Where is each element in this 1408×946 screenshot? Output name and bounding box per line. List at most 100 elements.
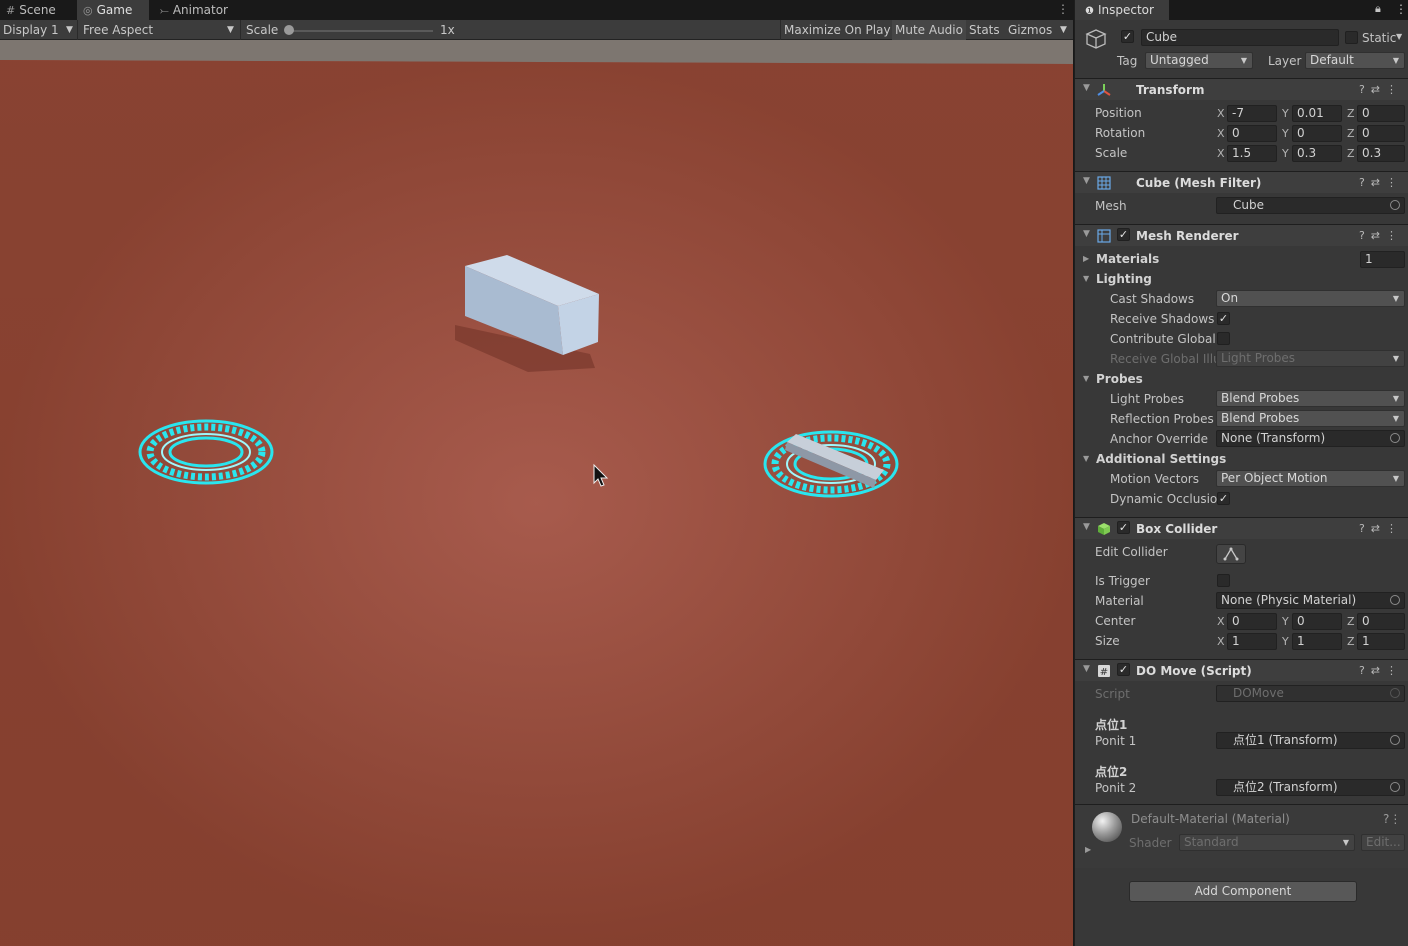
- lighting-label[interactable]: Lighting: [1096, 272, 1152, 286]
- active-checkbox[interactable]: ✓: [1121, 30, 1134, 43]
- enabled-checkbox[interactable]: ✓: [1117, 521, 1130, 534]
- receive-shadows-checkbox[interactable]: ✓: [1217, 312, 1230, 325]
- scale-y-field[interactable]: 0.3: [1292, 145, 1342, 162]
- center-y-field[interactable]: 0: [1292, 613, 1342, 630]
- enabled-checkbox[interactable]: ✓: [1117, 228, 1130, 241]
- position-x-field[interactable]: -7: [1227, 105, 1277, 122]
- mesh-field[interactable]: Cube: [1216, 197, 1405, 214]
- mesh-renderer-header[interactable]: ▼ ✓ Mesh Renderer ?⇄⋮: [1075, 224, 1408, 246]
- additional-settings-label[interactable]: Additional Settings: [1096, 452, 1226, 466]
- size-z-field[interactable]: 1: [1357, 633, 1405, 650]
- scale-label: Scale: [246, 23, 279, 37]
- game-viewport[interactable]: [0, 40, 1073, 946]
- foldout-arrow-icon[interactable]: ▶: [1083, 254, 1089, 263]
- enabled-checkbox[interactable]: ✓: [1117, 663, 1130, 676]
- foldout-arrow-icon[interactable]: ▶: [1085, 845, 1091, 854]
- cast-shadows-dropdown[interactable]: On ▼: [1216, 290, 1405, 307]
- center-z-field[interactable]: 0: [1357, 613, 1405, 630]
- maximize-on-play-toggle[interactable]: Maximize On Play: [781, 20, 894, 40]
- materials-count-field[interactable]: 1: [1360, 251, 1405, 268]
- foldout-arrow-icon[interactable]: ▼: [1083, 374, 1089, 383]
- component-buttons[interactable]: ?⇄⋮: [1359, 176, 1403, 189]
- point1-header: 点位1: [1095, 718, 1128, 732]
- add-component-button[interactable]: Add Component: [1129, 881, 1357, 902]
- contribute-gi-checkbox[interactable]: [1217, 332, 1230, 345]
- foldout-arrow-icon: ▼: [1083, 176, 1090, 186]
- gizmos-toggle[interactable]: Gizmos: [1005, 20, 1055, 40]
- object-picker-icon: [1390, 688, 1400, 698]
- size-y-field[interactable]: 1: [1292, 633, 1342, 650]
- component-buttons[interactable]: ?⇄⋮: [1359, 664, 1403, 677]
- scale-slider-track[interactable]: [290, 30, 433, 32]
- light-probes-dropdown[interactable]: Blend Probes ▼: [1216, 390, 1405, 407]
- info-icon: ❶: [1085, 6, 1094, 17]
- is-trigger-checkbox[interactable]: [1217, 574, 1230, 587]
- tab-game[interactable]: ◎ Game: [77, 0, 149, 20]
- lock-icon[interactable]: 🔒︎: [1375, 2, 1381, 16]
- light-probes-label: Light Probes: [1110, 392, 1185, 406]
- materials-label[interactable]: Materials: [1096, 252, 1159, 266]
- component-buttons[interactable]: ?⇄⋮: [1359, 229, 1403, 242]
- aspect-dropdown[interactable]: Free Aspect: [83, 20, 153, 40]
- axis-y: Y: [1282, 107, 1289, 120]
- is-trigger-label: Is Trigger: [1095, 574, 1150, 588]
- foldout-arrow-icon[interactable]: ▼: [1083, 454, 1089, 463]
- stats-toggle[interactable]: Stats: [966, 20, 1003, 40]
- mute-audio-toggle[interactable]: Mute Audio: [892, 20, 966, 40]
- object-name-field[interactable]: Cube: [1141, 29, 1339, 46]
- chevron-down-icon[interactable]: ▼: [1396, 32, 1402, 41]
- probes-label[interactable]: Probes: [1096, 372, 1143, 386]
- mesh-label: Mesh: [1095, 199, 1127, 213]
- shader-label: Shader: [1129, 836, 1172, 850]
- position-y-field[interactable]: 0.01: [1292, 105, 1342, 122]
- ponit1-field[interactable]: 点位1 (Transform): [1216, 732, 1405, 749]
- tag-dropdown[interactable]: Untagged ▼: [1145, 52, 1253, 69]
- tab-scene[interactable]: # Scene: [0, 0, 70, 20]
- inspector-tabbar: ❶ Inspector 🔒︎ ⋮: [1075, 0, 1408, 20]
- physic-material-field[interactable]: None (Physic Material): [1216, 592, 1405, 609]
- layer-dropdown[interactable]: Default ▼: [1305, 52, 1405, 69]
- component-buttons[interactable]: ?⇄⋮: [1359, 83, 1403, 96]
- chevron-down-icon: ▼: [1392, 294, 1399, 303]
- object-picker-icon[interactable]: [1390, 782, 1400, 792]
- mesh-filter-header[interactable]: ▼ Cube (Mesh Filter) ?⇄⋮: [1075, 171, 1408, 193]
- center-x-field[interactable]: 0: [1227, 613, 1277, 630]
- do-move-header[interactable]: ▼ # ✓ DO Move (Script) ?⇄⋮: [1075, 659, 1408, 681]
- scene-render: [0, 40, 1073, 946]
- tab-inspector[interactable]: ❶ Inspector: [1075, 0, 1169, 20]
- reflection-probes-dropdown[interactable]: Blend Probes ▼: [1216, 410, 1405, 427]
- object-picker-icon[interactable]: [1390, 200, 1400, 210]
- dynamic-occlusion-checkbox[interactable]: ✓: [1217, 492, 1230, 505]
- object-picker-icon[interactable]: [1390, 433, 1400, 443]
- anchor-override-field[interactable]: None (Transform): [1216, 430, 1405, 447]
- axis-x: X: [1217, 147, 1225, 160]
- chevron-down-icon: ▼: [1392, 354, 1399, 363]
- size-x-field[interactable]: 1: [1227, 633, 1277, 650]
- foldout-arrow-icon[interactable]: ▼: [1083, 274, 1089, 283]
- chevron-down-icon: ▼: [1392, 394, 1399, 403]
- edit-collider-button[interactable]: [1216, 544, 1246, 564]
- rotation-z-field[interactable]: 0: [1357, 125, 1405, 142]
- component-buttons[interactable]: ?⇄⋮: [1359, 522, 1403, 535]
- scale-slider-handle[interactable]: [284, 25, 294, 35]
- object-picker-icon[interactable]: [1390, 735, 1400, 745]
- object-picker-icon[interactable]: [1390, 595, 1400, 605]
- scale-z-field[interactable]: 0.3: [1357, 145, 1405, 162]
- position-z-field[interactable]: 0: [1357, 105, 1405, 122]
- box-collider-header[interactable]: ▼ ✓ Box Collider ?⇄⋮: [1075, 517, 1408, 539]
- motion-vectors-dropdown[interactable]: Per Object Motion ▼: [1216, 470, 1405, 487]
- cast-shadows-label: Cast Shadows: [1110, 292, 1195, 306]
- rotation-x-field[interactable]: 0: [1227, 125, 1277, 142]
- tab-menu-icon[interactable]: ⋮: [1057, 2, 1069, 16]
- display-dropdown[interactable]: Display 1: [3, 20, 59, 40]
- motion-vectors-label: Motion Vectors: [1110, 472, 1199, 486]
- help-icon[interactable]: ?⋮: [1383, 812, 1401, 826]
- ponit2-field[interactable]: 点位2 (Transform): [1216, 779, 1405, 796]
- tab-animator[interactable]: ⤚ Animator: [154, 0, 244, 20]
- material-label: Material: [1095, 594, 1144, 608]
- rotation-y-field[interactable]: 0: [1292, 125, 1342, 142]
- scale-x-field[interactable]: 1.5: [1227, 145, 1277, 162]
- static-checkbox[interactable]: [1345, 31, 1358, 44]
- inspector-menu-icon[interactable]: ⋮: [1395, 2, 1407, 16]
- transform-header[interactable]: ▼ Transform ?⇄⋮: [1075, 78, 1408, 100]
